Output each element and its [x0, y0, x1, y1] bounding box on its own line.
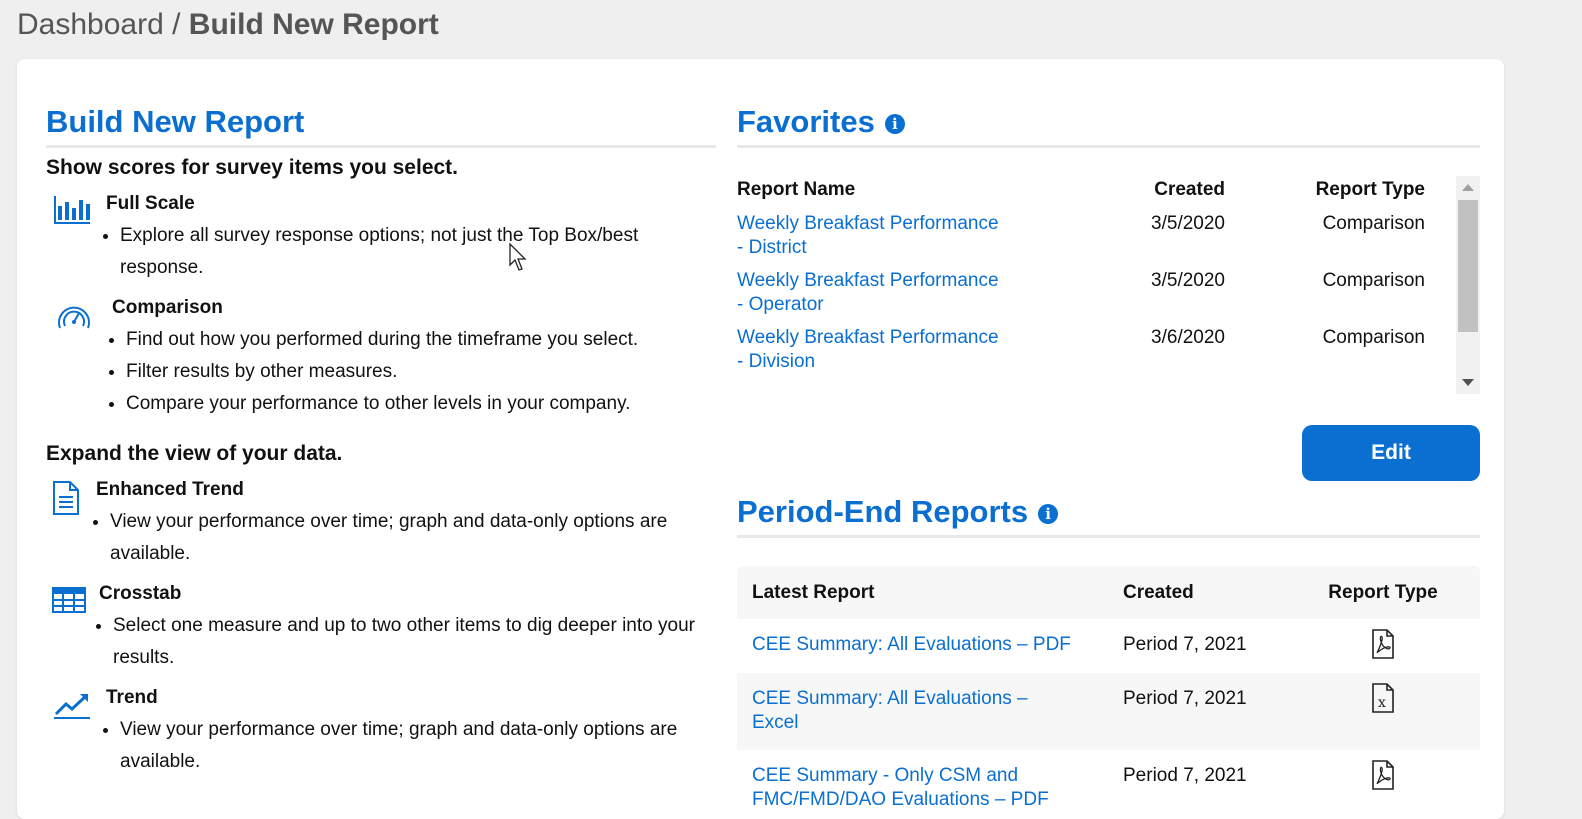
period-report-link[interactable]: CEE Summary: All Evaluations – PDF: [752, 619, 1123, 657]
report-type-cell: [1303, 619, 1463, 665]
table-grid-icon: [52, 587, 86, 613]
trend-line-icon: [54, 694, 90, 719]
breadcrumb: Dashboard / Build New Report: [17, 8, 439, 42]
table-row: CEE Summary - Only CSM and FMC/FMD/DAO E…: [737, 750, 1480, 812]
favorite-report-link[interactable]: Weekly Breakfast Performance - Division: [737, 326, 1067, 383]
favorite-report-link[interactable]: Weekly Breakfast Performance - Operator: [737, 269, 1067, 326]
report-option-full-scale[interactable]: Full Scale Explore all survey response o…: [46, 192, 716, 284]
full-scale-label: Full Scale: [106, 193, 195, 214]
full-scale-bullet: Explore all survey response options; not…: [120, 220, 716, 284]
scroll-up-icon[interactable]: [1462, 184, 1474, 191]
info-icon[interactable]: i: [884, 113, 905, 134]
column-header-created: Created: [1123, 582, 1194, 603]
report-option-enhanced-trend[interactable]: Enhanced Trend View your performance ove…: [46, 478, 716, 570]
report-option-trend[interactable]: Trend View your performance over time; g…: [46, 686, 716, 778]
right-panel: Favorites i Report Name Created Report Ty…: [737, 103, 1480, 810]
comparison-label: Comparison: [112, 297, 223, 318]
main-card: Build New Report Show scores for survey …: [17, 59, 1504, 819]
table-row: Weekly Breakfast Performance - Division 3…: [737, 326, 1480, 383]
breadcrumb-separator: /: [163, 8, 189, 41]
report-option-comparison[interactable]: Comparison Find out how you performed du…: [46, 296, 716, 420]
report-type: Comparison: [1322, 327, 1425, 348]
favorites-section: Favorites i: [737, 103, 1480, 148]
section-heading-scores: Show scores for survey items you select.: [46, 156, 459, 179]
column-header-latest-report: Latest Report: [752, 582, 875, 603]
created-period: Period 7, 2021: [1123, 688, 1247, 709]
build-report-title: Build New Report: [46, 103, 716, 148]
period-end-heading: Period-End Reports i: [737, 493, 1480, 538]
favorites-table: Report Name Created Report Type Weekly B…: [737, 176, 1480, 396]
excel-file-icon[interactable]: x: [1370, 683, 1396, 713]
report-type: Comparison: [1322, 270, 1425, 291]
comparison-bullet: Find out how you performed during the ti…: [126, 324, 716, 356]
period-end-title: Period-End Reports: [737, 494, 1029, 529]
created-date: 3/6/2020: [1151, 327, 1225, 348]
section-heading-expand: Expand the view of your data.: [46, 442, 343, 465]
favorite-report-link[interactable]: Weekly Breakfast Performance - District: [737, 212, 1067, 269]
pdf-file-icon[interactable]: [1370, 760, 1396, 790]
trend-bullet: View your performance over time; graph a…: [120, 714, 716, 778]
crosstab-label: Crosstab: [99, 583, 182, 604]
scrollbar-thumb[interactable]: [1458, 200, 1478, 332]
report-option-crosstab[interactable]: Crosstab Select one measure and up to tw…: [46, 582, 716, 674]
column-header-report-name: Report Name: [737, 179, 856, 200]
scroll-down-icon[interactable]: [1462, 379, 1474, 386]
period-end-table: Latest Report Created Report Type CEE Su…: [737, 566, 1480, 812]
favorites-scrollbar[interactable]: [1456, 176, 1480, 394]
enhanced-trend-bullet: View your performance over time; graph a…: [110, 506, 716, 570]
table-row: CEE Summary: All Evaluations – PDF Perio…: [737, 619, 1480, 673]
table-row: Weekly Breakfast Performance - District 3…: [737, 212, 1480, 269]
breadcrumb-current: Build New Report: [188, 8, 439, 41]
created-period: Period 7, 2021: [1123, 634, 1247, 655]
document-icon: [53, 481, 79, 515]
column-header-created: Created: [1154, 179, 1225, 200]
created-date: 3/5/2020: [1151, 270, 1225, 291]
mouse-cursor-icon: [509, 243, 527, 271]
svg-text:x: x: [1378, 695, 1386, 711]
enhanced-trend-label: Enhanced Trend: [96, 479, 244, 500]
info-icon[interactable]: i: [1038, 503, 1059, 524]
breadcrumb-dashboard-link[interactable]: Dashboard: [17, 8, 164, 41]
gauge-icon: [58, 306, 90, 329]
edit-button[interactable]: Edit: [1302, 425, 1480, 481]
created-date: 3/5/2020: [1151, 213, 1225, 234]
table-row: Weekly Breakfast Performance - Operator 3…: [737, 269, 1480, 326]
created-period: Period 7, 2021: [1123, 765, 1247, 786]
report-type-cell: x: [1303, 673, 1463, 719]
table-row: CEE Summary: All Evaluations – Excel Per…: [737, 673, 1480, 750]
period-end-table-header: Latest Report Created Report Type: [737, 566, 1480, 619]
build-report-panel: Build New Report Show scores for survey …: [46, 103, 716, 778]
crosstab-bullet: Select one measure and up to two other i…: [113, 610, 716, 674]
favorites-table-header: Report Name Created Report Type: [737, 176, 1480, 212]
favorites-title: Favorites: [737, 104, 875, 139]
comparison-bullet: Compare your performance to other levels…: [126, 388, 716, 420]
period-end-section: Period-End Reports i Latest Report Create…: [737, 493, 1480, 812]
bar-chart-icon: [54, 196, 90, 224]
period-report-link[interactable]: CEE Summary: All Evaluations – Excel: [752, 673, 1052, 735]
trend-label: Trend: [106, 687, 158, 708]
column-header-report-type: Report Type: [1315, 179, 1425, 200]
comparison-bullet: Filter results by other measures.: [126, 356, 716, 388]
report-type-cell: [1303, 750, 1463, 796]
report-type: Comparison: [1322, 213, 1425, 234]
column-header-report-type: Report Type: [1328, 582, 1438, 603]
period-report-link[interactable]: CEE Summary - Only CSM and FMC/FMD/DAO E…: [752, 750, 1082, 812]
pdf-file-icon[interactable]: [1370, 629, 1396, 659]
